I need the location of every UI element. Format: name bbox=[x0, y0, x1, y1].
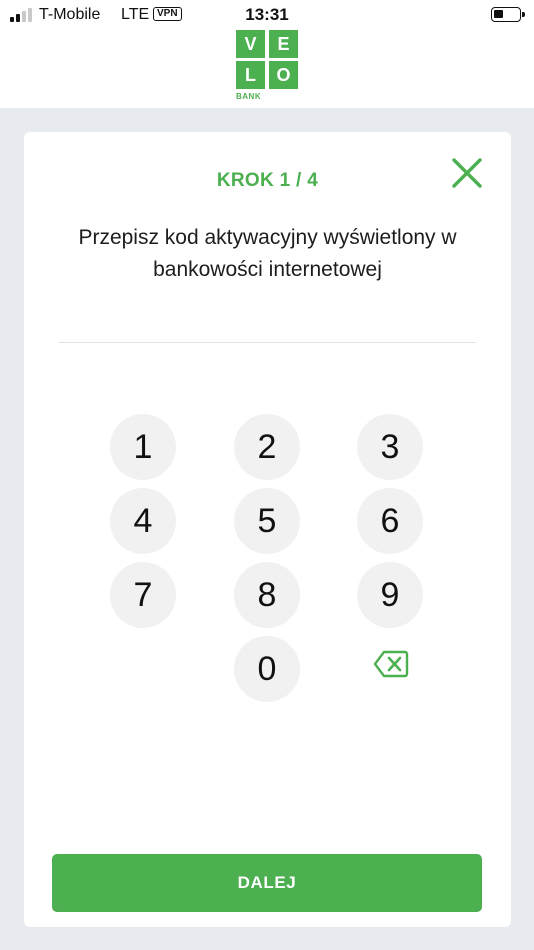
step-indicator: KROK 1 / 4 bbox=[216, 170, 319, 191]
keypad-key-4[interactable]: 4 bbox=[110, 488, 176, 554]
logo-letter: E bbox=[269, 30, 298, 58]
keypad-key-8[interactable]: 8 bbox=[234, 562, 300, 628]
activation-code-field[interactable] bbox=[59, 302, 476, 338]
keypad-key-1[interactable]: 1 bbox=[110, 414, 176, 480]
activation-card: KROK 1 / 4 Przepisz kod aktywacyjny wyśw… bbox=[24, 132, 511, 927]
backspace-icon bbox=[373, 650, 409, 678]
activation-instruction: Przepisz kod aktywacyjny wyświetlony w b… bbox=[78, 226, 457, 281]
keypad-key-7[interactable]: 7 bbox=[110, 562, 176, 628]
backspace-button[interactable] bbox=[373, 650, 409, 678]
keypad-key-0[interactable]: 0 bbox=[234, 636, 300, 702]
code-underline bbox=[59, 342, 476, 343]
keypad-key-9[interactable]: 9 bbox=[357, 562, 423, 628]
velo-bank-logo: V E L O BANK bbox=[236, 30, 298, 102]
close-button[interactable] bbox=[450, 156, 484, 190]
logo-letter: L bbox=[236, 61, 265, 89]
keypad-key-2[interactable]: 2 bbox=[234, 414, 300, 480]
close-icon bbox=[452, 158, 482, 188]
logo-letter: V bbox=[236, 30, 265, 58]
next-button[interactable]: DALEJ bbox=[52, 854, 482, 912]
keypad-key-6[interactable]: 6 bbox=[357, 488, 423, 554]
keypad-key-5[interactable]: 5 bbox=[234, 488, 300, 554]
keypad-key-3[interactable]: 3 bbox=[357, 414, 423, 480]
status-time: 13:31 bbox=[245, 5, 289, 24]
logo-subtitle: BANK bbox=[236, 92, 262, 101]
logo-letter: O bbox=[269, 61, 298, 89]
status-bar: T-Mobile LTE VPN 13:31 bbox=[0, 0, 534, 30]
battery-icon bbox=[491, 7, 525, 22]
top-bar: T-Mobile LTE VPN 13:31 V E L O BANK bbox=[0, 0, 534, 108]
